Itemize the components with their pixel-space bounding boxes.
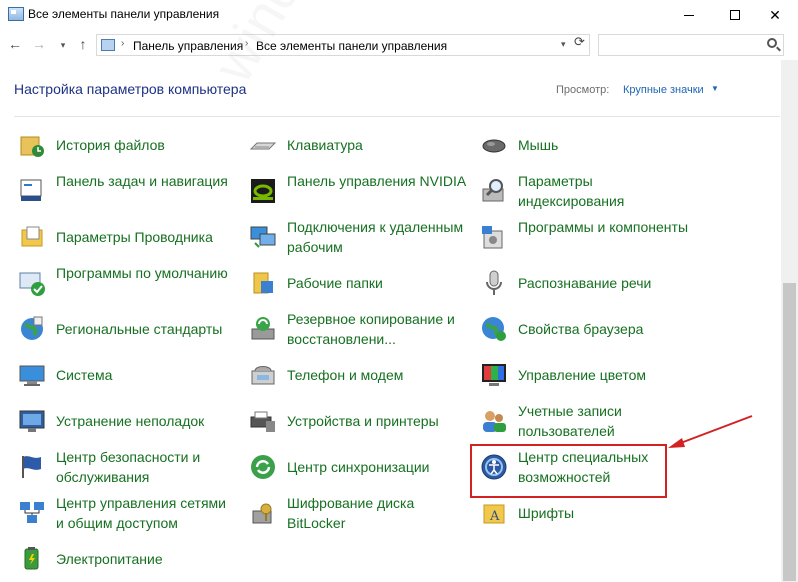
annotation-arrow <box>668 415 753 448</box>
scrollbar-thumb[interactable] <box>783 283 796 581</box>
